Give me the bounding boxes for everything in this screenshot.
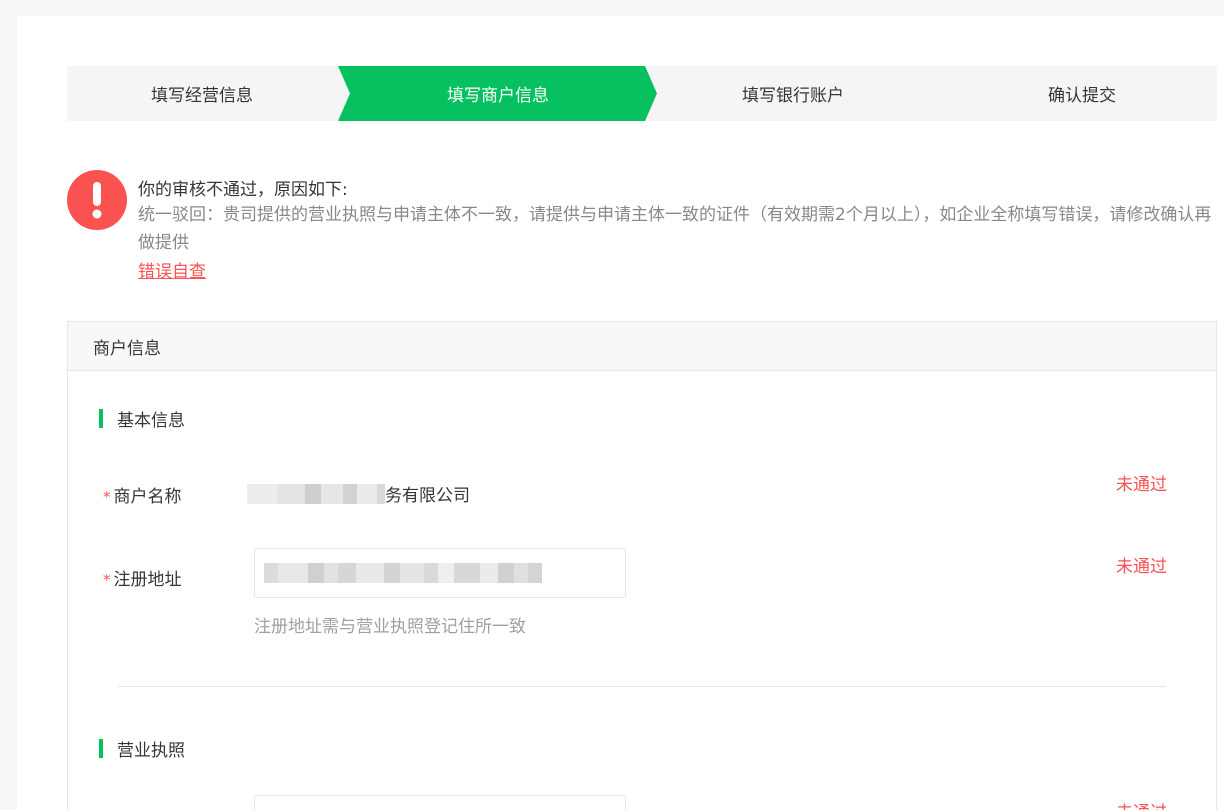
required-mark: *	[103, 488, 111, 506]
business-license-status: 未通过	[1116, 798, 1167, 810]
merchant-name-value: 务有限公司	[247, 481, 470, 506]
merchant-name-status: 未通过	[1116, 475, 1167, 495]
section-divider	[118, 686, 1166, 687]
progress-stepper: 填写经营信息 填写商户信息 填写银行账户 确认提交	[67, 66, 1217, 121]
merchant-name-label-text: 商户名称	[113, 487, 182, 507]
merchant-name-visible-text: 务有限公司	[385, 486, 470, 506]
alert-description: 统一驳回：贵司提供的营业执照与申请主体不一致，请提供与申请主体一致的证件（有效期…	[138, 205, 1212, 253]
step-business-info[interactable]: 填写经营信息	[67, 66, 337, 121]
redacted-blur	[247, 483, 385, 504]
address-input[interactable]	[254, 548, 626, 598]
error-self-check-link[interactable]: 错误自查	[138, 257, 206, 282]
address-hint: 注册地址需与营业执照登记住所一致	[254, 617, 526, 637]
exclamation-icon	[67, 170, 127, 230]
address-label-text: 注册地址	[113, 570, 182, 590]
section-basic-info-title: 基本信息	[117, 411, 185, 431]
address-status: 未通过	[1116, 557, 1167, 577]
merchant-name-label: * 商户名称	[103, 482, 182, 507]
merchant-info-card: 商户信息 基本信息 * 商户名称 务有限公司 未通过 * 注册地址 未通过 注册…	[67, 321, 1217, 810]
required-mark: *	[103, 571, 111, 589]
redacted-blur	[264, 563, 542, 583]
step-bank-account[interactable]: 填写银行账户	[658, 66, 928, 121]
step-merchant-info[interactable]: 填写商户信息	[338, 66, 657, 121]
section-basic-info: 基本信息	[99, 406, 185, 431]
card-title: 商户信息	[68, 322, 1216, 371]
section-accent-bar	[99, 739, 103, 758]
business-license-input[interactable]	[254, 795, 626, 810]
section-business-license-title: 营业执照	[117, 741, 185, 761]
section-business-license: 营业执照	[99, 736, 185, 761]
address-label: * 注册地址	[103, 565, 182, 590]
alert-title: 你的审核不通过，原因如下:	[138, 180, 348, 200]
section-accent-bar	[99, 409, 103, 428]
step-confirm-submit[interactable]: 确认提交	[947, 66, 1217, 121]
